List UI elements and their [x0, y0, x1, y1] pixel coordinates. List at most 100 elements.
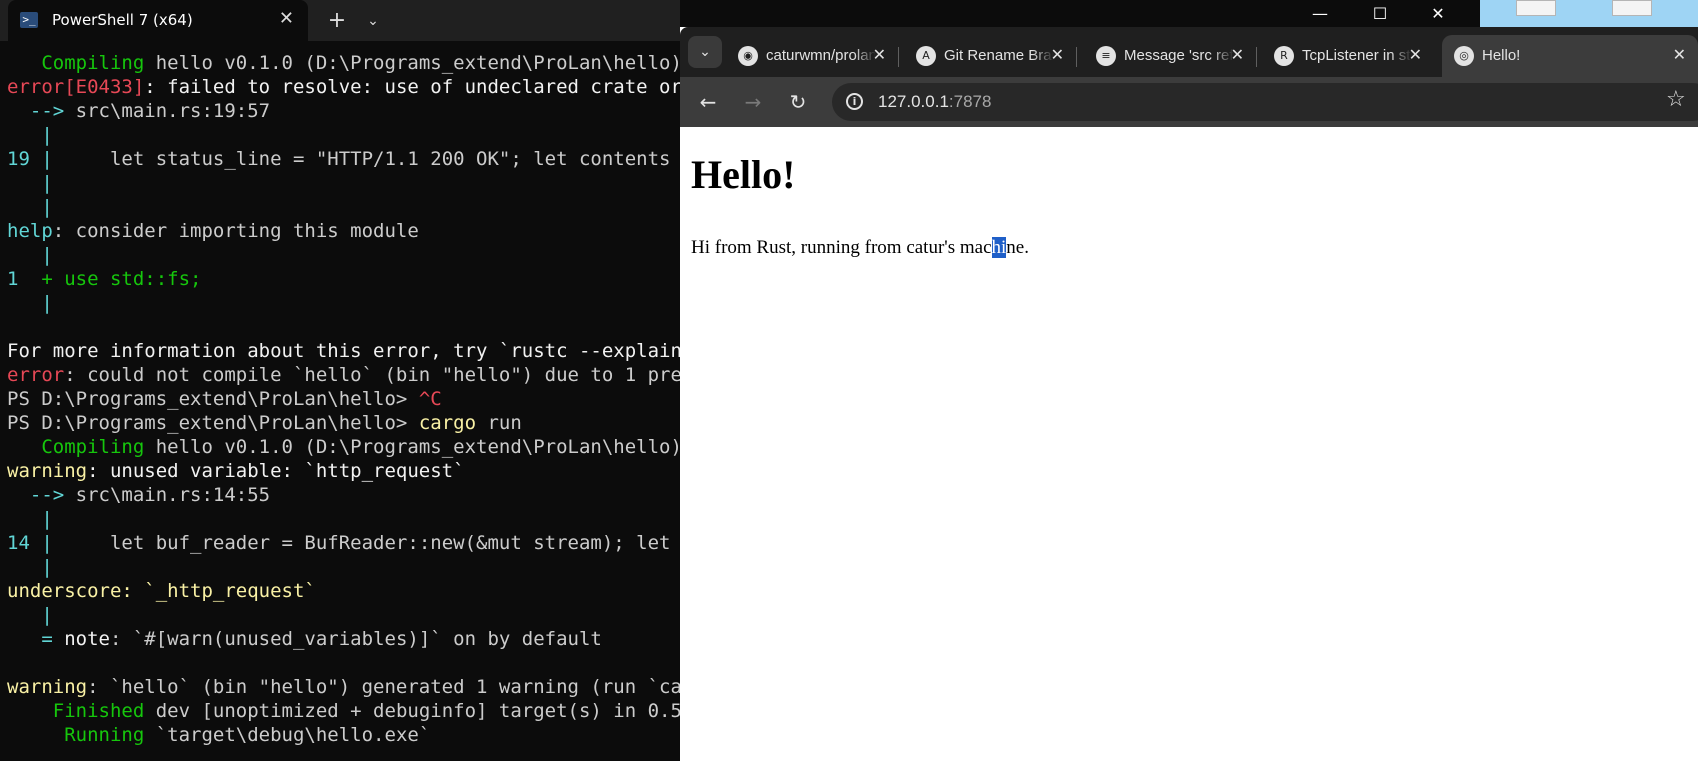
terminal-line: warning: `hello` (bin "hello") generated… — [7, 675, 680, 699]
close-icon[interactable]: ✕ — [1051, 45, 1064, 64]
powershell-icon: >_ — [20, 12, 38, 28]
terminal-segment: --> — [7, 484, 76, 506]
terminal-segment: note — [64, 628, 110, 650]
browser-tab-label: caturwmn/prolan — [766, 47, 876, 64]
terminal-line: = note: `#[warn(unused_variables)]` on b… — [7, 627, 680, 651]
close-icon[interactable]: ✕ — [873, 45, 886, 64]
terminal-line: help: consider importing this module — [7, 219, 680, 243]
terminal-segment — [7, 724, 64, 746]
terminal-segment — [7, 700, 53, 722]
terminal-segment: let status_line = "HTTP/1.1 200 OK"; let… — [109, 148, 671, 170]
globe-icon: ◎ — [1454, 46, 1474, 66]
terminal-line: Running `target\debug\hello.exe` — [7, 723, 680, 747]
terminal-window[interactable]: >_ PowerShell 7 (x64) ✕ + ⌄ Compiling he… — [0, 0, 680, 761]
github-icon: ◉ — [738, 46, 758, 66]
terminal-tab-title: PowerShell 7 (x64) — [52, 11, 193, 29]
forward-button[interactable]: → — [738, 87, 768, 117]
devdocs-icon: A — [916, 46, 936, 66]
new-tab-button[interactable]: + — [322, 6, 352, 36]
window-controls: — ☐ ✕ — [1300, 0, 1480, 28]
terminal-segment: run — [476, 412, 522, 434]
terminal-segment: dev [unoptimized + debuginfo] target(s) … — [144, 700, 680, 722]
terminal-line: | — [7, 171, 680, 195]
browser-tab[interactable]: ≡ Message 'src refspec✕ — [1084, 35, 1257, 77]
bookmark-star-icon[interactable]: ☆ — [1666, 87, 1686, 112]
browser-tab-label: Git Rename Branch — [944, 47, 1054, 64]
browser-tab[interactable]: R TcpListener in std ✕ — [1262, 35, 1434, 77]
terminal-segment: | — [7, 196, 53, 218]
terminal-line: | — [7, 291, 680, 315]
terminal-segment: = — [7, 628, 65, 650]
close-icon[interactable]: ✕ — [1409, 45, 1422, 64]
terminal-line: 19 | let status_line = "HTTP/1.1 200 OK"… — [7, 147, 680, 171]
terminal-segment: help — [7, 220, 53, 242]
browser-tab[interactable]: ◎ Hello! ✕ — [1442, 35, 1698, 77]
terminal-segment: | — [7, 124, 53, 146]
stackoverflow-icon: ≡ — [1096, 46, 1116, 66]
selected-text: hi — [991, 237, 1007, 258]
info-icon[interactable]: i — [846, 93, 863, 110]
terminal-line: underscore: `_http_request` — [7, 579, 680, 603]
close-icon[interactable]: ✕ — [1231, 45, 1244, 64]
url-text[interactable]: 127.0.0.1:7878 — [878, 92, 991, 112]
minimize-button[interactable]: — — [1300, 0, 1340, 28]
terminal-line: | — [7, 243, 680, 267]
terminal-line: error[E0433]: failed to resolve: use of … — [7, 75, 680, 99]
terminal-segment — [7, 436, 41, 458]
close-icon[interactable]: ✕ — [1673, 45, 1686, 64]
terminal-output[interactable]: Compiling hello v0.1.0 (D:\Programs_exte… — [7, 51, 680, 747]
terminal-segment: error[E0433] — [7, 76, 145, 98]
terminal-segment: warning — [7, 676, 88, 698]
browser-window: ⌄ ◉caturwmn/prolan✕AGit Rename Branch✕≡M… — [680, 27, 1698, 761]
browser-toolbar: ← → ↻ i 127.0.0.1:7878 ☆ — [680, 77, 1698, 127]
terminal-segment: For more information about this error, t… — [7, 340, 680, 362]
terminal-segment: src\main.rs:14:55 — [75, 484, 271, 506]
close-window-button[interactable]: ✕ — [1418, 0, 1458, 28]
terminal-segment: hello v0.1.0 (D:\Programs_extend\ProLan\… — [144, 52, 680, 74]
browser-tab-label: TcpListener in std — [1302, 47, 1412, 64]
terminal-line: | — [7, 507, 680, 531]
terminal-line: warning: unused variable: `http_request` — [7, 459, 680, 483]
terminal-segment: | — [7, 508, 53, 530]
terminal-segment: | — [7, 244, 53, 266]
rust-icon: R — [1274, 46, 1294, 66]
url-port: :7878 — [948, 92, 992, 111]
terminal-line: --> src\main.rs:14:55 — [7, 483, 680, 507]
maximize-button[interactable]: ☐ — [1360, 0, 1400, 28]
terminal-line: | — [7, 555, 680, 579]
url-host: 127.0.0.1 — [878, 92, 949, 111]
terminal-segment: | — [7, 604, 53, 626]
terminal-tab[interactable]: >_ PowerShell 7 (x64) ✕ — [8, 0, 308, 41]
terminal-segment: : failed to resolve: use of undeclared c… — [144, 76, 680, 98]
terminal-segment: `target\debug\hello.exe` — [144, 724, 431, 746]
terminal-segment: Finished — [52, 700, 145, 722]
terminal-segment: + use std::fs; — [41, 268, 202, 290]
terminal-segment: hello v0.1.0 (D:\Programs_extend\ProLan\… — [144, 436, 680, 458]
address-bar[interactable]: i 127.0.0.1:7878 — [832, 83, 1698, 121]
terminal-segment: warning — [7, 460, 88, 482]
terminal-line: Compiling hello v0.1.0 (D:\Programs_exte… — [7, 435, 680, 459]
browser-tab-bar: ⌄ ◉caturwmn/prolan✕AGit Rename Branch✕≡M… — [680, 27, 1698, 77]
document-icon — [1612, 0, 1652, 16]
chevron-down-icon[interactable]: ⌄ — [360, 6, 386, 36]
terminal-segment: 14 | — [7, 532, 53, 554]
browser-tab[interactable]: A Git Rename Branch✕ — [904, 35, 1077, 77]
browser-tab-label: Message 'src refspec — [1124, 47, 1234, 64]
page-paragraph: Hi from Rust, running from catur's machi… — [691, 237, 1029, 259]
terminal-segment: let buf_reader = BufReader::new(&mut str… — [109, 532, 671, 554]
terminal-segment: 19 | — [7, 148, 53, 170]
terminal-line: For more information about this error, t… — [7, 339, 680, 363]
terminal-line: | — [7, 603, 680, 627]
terminal-segment: Compiling — [41, 52, 145, 74]
back-button[interactable]: ← — [693, 87, 723, 117]
tab-search-button[interactable]: ⌄ — [688, 36, 722, 68]
close-icon[interactable]: ✕ — [279, 8, 294, 29]
browser-tab[interactable]: ◉ caturwmn/prolan ✕ — [726, 35, 899, 77]
terminal-segment: underscore: `_http_request` — [7, 580, 316, 602]
terminal-segment: : could not compile `hello` (bin "hello"… — [64, 364, 680, 386]
reload-button[interactable]: ↻ — [783, 87, 813, 117]
terminal-segment: src\main.rs:19:57 — [75, 100, 271, 122]
terminal-line: Finished dev [unoptimized + debuginfo] t… — [7, 699, 680, 723]
